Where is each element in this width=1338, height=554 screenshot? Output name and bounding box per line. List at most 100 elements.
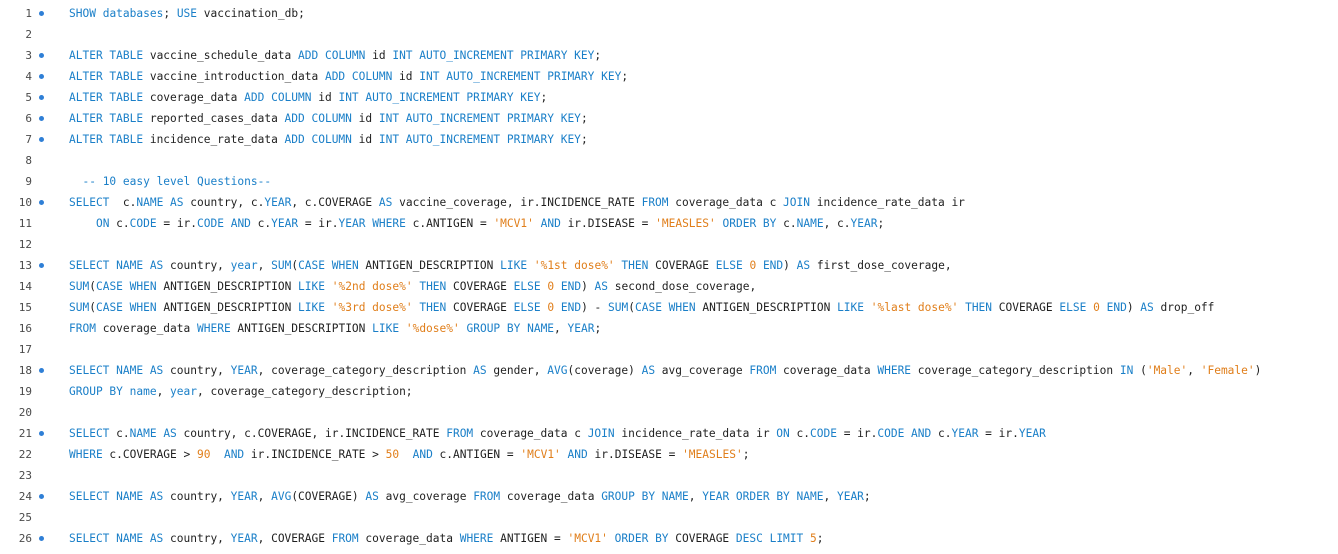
code-line[interactable]: 5 ALTER TABLE coverage_data ADD COLUMN id… xyxy=(0,87,1338,108)
code-text: SELECT c.NAME AS country, c.YEAR, c.COVE… xyxy=(69,192,965,213)
code-line[interactable]: 15 SUM(CASE WHEN ANTIGEN_DESCRIPTION LIKE… xyxy=(0,297,1338,318)
code-line[interactable]: 26 SELECT NAME AS country, YEAR, COVERAGE… xyxy=(0,528,1338,549)
string-token: 'MEASLES' xyxy=(682,448,743,461)
text-token: ; xyxy=(540,91,548,104)
code-line[interactable]: 25 xyxy=(0,507,1338,528)
code-line[interactable]: 9 -- 10 easy level Questions-- xyxy=(0,171,1338,192)
keyword-token: GROUP BY NAME xyxy=(601,490,689,503)
code-line[interactable]: 2 xyxy=(0,24,1338,45)
code-line[interactable]: 20 xyxy=(0,402,1338,423)
statement-marker-icon[interactable] xyxy=(39,263,44,268)
keyword-token: ALTER TABLE xyxy=(69,70,144,83)
statement-marker-icon[interactable] xyxy=(39,368,44,373)
number-token: 50 xyxy=(385,448,400,461)
statement-marker-icon[interactable] xyxy=(39,200,44,205)
text-token: ; xyxy=(580,133,588,146)
keyword-token: CODE xyxy=(129,217,157,230)
line-number: 19 xyxy=(18,385,32,398)
code-line[interactable]: 6 ALTER TABLE reported_cases_data ADD COL… xyxy=(0,108,1338,129)
code-line[interactable]: 12 xyxy=(0,234,1338,255)
keyword-token: AS xyxy=(594,280,609,293)
text-token: ; xyxy=(877,217,885,230)
line-number: 21 xyxy=(18,427,32,440)
code-text: ALTER TABLE vaccine_introduction_data AD… xyxy=(69,66,628,87)
code-line[interactable]: 3 ALTER TABLE vaccine_schedule_data ADD C… xyxy=(0,45,1338,66)
text-token: c.ANTIGEN = xyxy=(432,448,521,461)
code-line[interactable]: 4 ALTER TABLE vaccine_introduction_data A… xyxy=(0,66,1338,87)
text-token: gender, xyxy=(486,364,548,377)
statement-marker-icon[interactable] xyxy=(39,74,44,79)
code-line[interactable]: 19 GROUP BY name, year, coverage_category… xyxy=(0,381,1338,402)
line-number: 12 xyxy=(18,238,32,251)
text-token: ; xyxy=(580,112,588,125)
text-token: coverage_data c xyxy=(668,196,784,209)
code-line[interactable]: 11 ON c.CODE = ir.CODE AND c.YEAR = ir.Y… xyxy=(0,213,1338,234)
keyword-token: FROM xyxy=(446,427,474,440)
text-token: coverage_data xyxy=(500,490,602,503)
code-line[interactable]: 23 xyxy=(0,465,1338,486)
line-number: 20 xyxy=(18,406,32,419)
code-line[interactable]: 8 xyxy=(0,150,1338,171)
text-token: vaccine_coverage, ir.INCIDENCE_RATE xyxy=(392,196,642,209)
text-token: country, xyxy=(163,490,231,503)
sql-editor[interactable]: 1 SHOW databases; USE vaccination_db; 2 3 AL… xyxy=(0,0,1338,554)
statement-marker-icon[interactable] xyxy=(39,494,44,499)
text-token: ; xyxy=(594,49,602,62)
keyword-token: FROM xyxy=(749,364,777,377)
text-token: ANTIGEN = xyxy=(493,532,568,545)
number-token: 5 xyxy=(810,532,817,545)
keyword-token: INT AUTO_INCREMENT PRIMARY KEY xyxy=(392,49,595,62)
keyword-token: THEN xyxy=(419,280,447,293)
string-token: '%2nd dose%' xyxy=(331,280,413,293)
line-number: 16 xyxy=(18,322,32,335)
keyword-token: AVG xyxy=(547,364,568,377)
text-token: ir.INCIDENCE_RATE > xyxy=(244,448,386,461)
text-token: ir.DISEASE = xyxy=(560,217,656,230)
statement-marker-icon[interactable] xyxy=(39,95,44,100)
code-text: ON c.CODE = ir.CODE AND c.YEAR = ir.YEAR… xyxy=(69,213,884,234)
keyword-token: YEAR xyxy=(230,364,258,377)
line-number: 4 xyxy=(25,70,32,83)
statement-marker-icon[interactable] xyxy=(39,431,44,436)
code-line[interactable]: 17 xyxy=(0,339,1338,360)
line-number: 14 xyxy=(18,280,32,293)
text-token: ( xyxy=(1133,364,1147,377)
keyword-token: AS xyxy=(473,364,487,377)
line-number: 5 xyxy=(25,91,32,104)
text-token: (coverage) xyxy=(567,364,642,377)
code-line[interactable]: 22 WHERE c.COVERAGE > 90 AND ir.INCIDENCE… xyxy=(0,444,1338,465)
statement-marker-icon[interactable] xyxy=(39,116,44,121)
keyword-token: ADD COLUMN xyxy=(284,133,352,146)
code-line[interactable]: 18 SELECT NAME AS country, YEAR, coverage… xyxy=(0,360,1338,381)
statement-marker-icon[interactable] xyxy=(39,11,44,16)
statement-marker-icon[interactable] xyxy=(39,536,44,541)
code-line[interactable]: 16 FROM coverage_data WHERE ANTIGEN_DESCR… xyxy=(0,318,1338,339)
code-line[interactable]: 10 SELECT c.NAME AS country, c.YEAR, c.CO… xyxy=(0,192,1338,213)
code-line[interactable]: 13 SELECT NAME AS country, year, SUM(CASE… xyxy=(0,255,1338,276)
code-line[interactable]: 7 ALTER TABLE incidence_rate_data ADD COL… xyxy=(0,129,1338,150)
code-line[interactable]: 14 SUM(CASE WHEN ANTIGEN_DESCRIPTION LIKE… xyxy=(0,276,1338,297)
text-token: = ir. xyxy=(298,217,339,230)
code-line[interactable]: 24 SELECT NAME AS country, YEAR, AVG(COVE… xyxy=(0,486,1338,507)
statement-marker-icon[interactable] xyxy=(39,53,44,58)
text-token: avg_coverage xyxy=(655,364,750,377)
text-token: country, c. xyxy=(183,196,265,209)
code-text: ALTER TABLE coverage_data ADD COLUMN id … xyxy=(69,87,547,108)
line-number: 9 xyxy=(25,175,32,188)
statement-marker-icon[interactable] xyxy=(39,137,44,142)
code-line[interactable]: 1 SHOW databases; USE vaccination_db; xyxy=(0,3,1338,24)
code-line[interactable]: 21 SELECT c.NAME AS country, c.COVERAGE, … xyxy=(0,423,1338,444)
code-text: SELECT c.NAME AS country, c.COVERAGE, ir… xyxy=(69,423,1046,444)
text-token: c. xyxy=(109,217,130,230)
